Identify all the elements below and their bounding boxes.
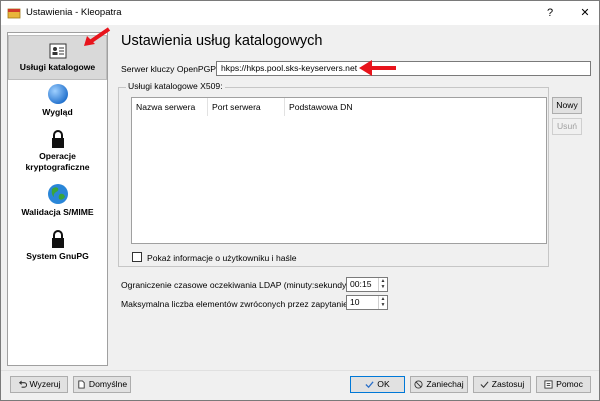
- ldap-timeout-value: 00:15: [350, 279, 372, 289]
- x509-group-title: Usługi katalogowe X509:: [126, 81, 225, 91]
- remove-server-button[interactable]: Usuń: [552, 118, 582, 135]
- apply-label: Zastosuj: [491, 379, 525, 389]
- page-title: Ustawienia usług katalogowych: [121, 33, 323, 49]
- cancel-button[interactable]: Zaniechaj: [410, 376, 468, 393]
- help-title-button[interactable]: ?: [542, 5, 558, 21]
- show-user-info-label: Pokaż informacje o użytkowniku i haśle: [147, 253, 297, 263]
- ok-label: OK: [377, 379, 390, 389]
- sidebar-item-label: Walidacja S/MIME: [21, 207, 94, 217]
- ok-button[interactable]: OK: [350, 376, 405, 393]
- openpgp-server-label: Serwer kluczy OpenPGP:: [121, 64, 219, 74]
- apply-button[interactable]: Zastosuj: [473, 376, 531, 393]
- reset-button[interactable]: Wyzeruj: [10, 376, 68, 393]
- spin-arrows-icon[interactable]: ▲ ▼: [378, 278, 387, 291]
- openpgp-server-input[interactable]: hkps://hkps.pool.sks-keyservers.net: [216, 61, 591, 76]
- settings-sidebar: Usługi katalogowe Wygląd Operacje krypto…: [7, 32, 108, 366]
- check-icon: [480, 381, 489, 389]
- earth-globe-icon: [47, 184, 68, 204]
- document-icon: [78, 380, 85, 389]
- spin-arrows-icon[interactable]: ▲ ▼: [378, 296, 387, 309]
- annotation-arrow-icon: [84, 27, 111, 46]
- lock-icon: [51, 130, 64, 148]
- sidebar-item-crypto-operations[interactable]: Operacje kryptograficzne: [8, 129, 107, 177]
- max-items-label: Maksymalna liczba elementów zwróconych p…: [121, 299, 351, 309]
- ldap-timeout-spinbox[interactable]: 00:15 ▲ ▼: [346, 277, 388, 292]
- column-header-server-port[interactable]: Port serwera: [208, 98, 285, 116]
- settings-dialog: Ustawienia - Kleopatra ? ✕ Usługi katalo…: [0, 0, 600, 401]
- annotation-arrow-icon: [359, 60, 396, 76]
- sidebar-item-gnupg-system[interactable]: System GnuPG: [8, 229, 107, 265]
- window-title: Ustawienia - Kleopatra: [26, 7, 122, 18]
- help-button[interactable]: Pomoc: [536, 376, 591, 393]
- footer-divider: [1, 370, 599, 371]
- undo-icon: [18, 380, 27, 388]
- column-header-server-name[interactable]: Nazwa serwera: [132, 98, 208, 116]
- lock-icon: [51, 230, 64, 248]
- defaults-label: Domyślne: [88, 379, 128, 389]
- sidebar-item-label: System GnuPG: [26, 251, 89, 261]
- sidebar-item-appearance[interactable]: Wygląd: [8, 83, 107, 123]
- sidebar-item-label: Wygląd: [42, 107, 73, 117]
- max-items-value: 10: [350, 297, 360, 307]
- directory-services-icon: [49, 43, 66, 59]
- column-header-base-dn[interactable]: Podstawowa DN: [285, 98, 546, 116]
- reset-label: Wyzeruj: [29, 379, 61, 389]
- sidebar-item-smime-validation[interactable]: Walidacja S/MIME: [8, 183, 107, 221]
- help-label: Pomoc: [556, 379, 583, 389]
- title-bar: Ustawienia - Kleopatra ? ✕: [1, 1, 599, 25]
- max-items-spinbox[interactable]: 10 ▲ ▼: [346, 295, 388, 310]
- sidebar-item-label: Usługi katalogowe: [19, 62, 96, 72]
- sidebar-item-label: Operacje kryptograficzne: [25, 151, 90, 172]
- new-server-button[interactable]: Nowy: [552, 97, 582, 114]
- show-user-info-checkbox[interactable]: [132, 252, 142, 262]
- kleopatra-app-icon: [7, 8, 21, 19]
- x509-servers-table[interactable]: Nazwa serwera Port serwera Podstawowa DN: [131, 97, 547, 244]
- defaults-button[interactable]: Domyślne: [73, 376, 131, 393]
- help-icon: [544, 380, 553, 389]
- cancel-icon: [414, 380, 423, 389]
- ldap-timeout-label: Ograniczenie czasowe oczekiwania LDAP (m…: [121, 280, 352, 290]
- check-icon: [365, 381, 374, 389]
- cancel-label: Zaniechaj: [426, 379, 464, 389]
- appearance-globe-icon: [47, 84, 68, 104]
- close-button[interactable]: ✕: [577, 5, 593, 21]
